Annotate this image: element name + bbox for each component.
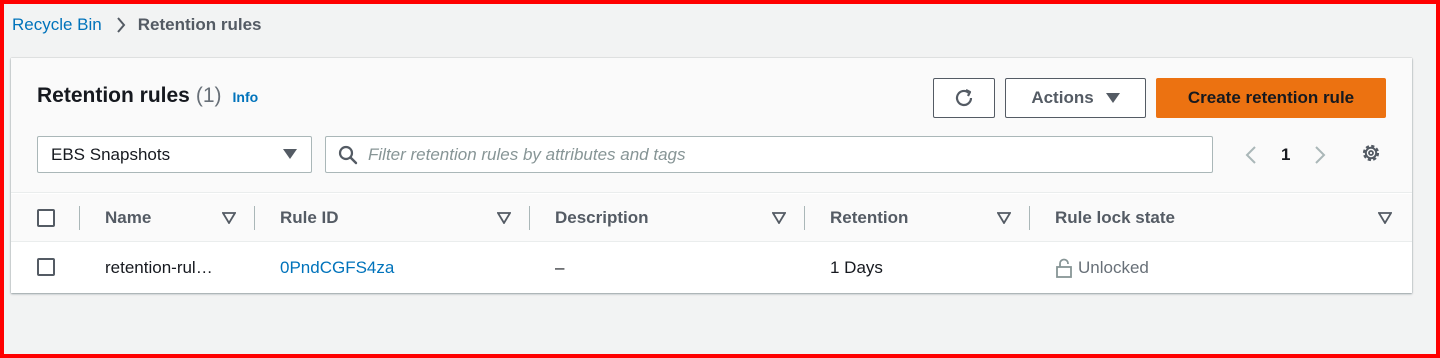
- caret-down-icon: [1105, 93, 1120, 103]
- sort-icon[interactable]: [772, 212, 786, 224]
- page-number[interactable]: 1: [1281, 145, 1290, 165]
- refresh-icon: [953, 87, 975, 109]
- search-icon: [338, 145, 358, 165]
- column-header-rule-lock-state[interactable]: Rule lock state: [1055, 194, 1175, 242]
- sort-icon[interactable]: [497, 212, 511, 224]
- column-divider: [804, 206, 805, 230]
- create-retention-rule-button[interactable]: Create retention rule: [1156, 78, 1386, 118]
- column-header-description[interactable]: Description: [555, 194, 649, 242]
- column-divider: [529, 206, 530, 230]
- lock-state-label: Unlocked: [1078, 258, 1149, 277]
- resource-type-value: EBS Snapshots: [51, 144, 171, 164]
- rule-count: (1): [195, 84, 222, 107]
- retention-rules-panel: Retention rules (1) Info Actions Create …: [11, 58, 1412, 293]
- rule-description: –: [555, 258, 565, 277]
- actions-dropdown-button[interactable]: Actions: [1005, 78, 1146, 118]
- refresh-button[interactable]: [933, 78, 995, 118]
- rule-retention: 1 Days: [830, 258, 883, 277]
- table-header: Name Rule ID Description Retention Rule …: [11, 194, 1412, 242]
- sort-icon[interactable]: [222, 212, 236, 224]
- rule-lock-state: Unlocked: [1055, 243, 1149, 293]
- breadcrumb-recycle-bin-link[interactable]: Recycle Bin: [12, 15, 102, 35]
- breadcrumb-current: Retention rules: [137, 15, 262, 34]
- column-divider: [79, 206, 80, 230]
- rule-name: retention-rul…: [105, 258, 213, 277]
- page-title: Retention rules: [37, 84, 190, 107]
- resource-type-select[interactable]: EBS Snapshots: [37, 136, 312, 173]
- panel-header: Retention rules (1) Info Actions Create …: [11, 58, 1412, 193]
- chevron-right-icon: [116, 17, 126, 33]
- column-header-rule-id[interactable]: Rule ID: [280, 194, 339, 242]
- title-row: Retention rules (1) Info: [37, 84, 258, 108]
- actions-label: Actions: [1031, 88, 1094, 107]
- sort-icon[interactable]: [1378, 212, 1392, 224]
- rule-id-link[interactable]: 0PndCGFS4za: [280, 243, 394, 293]
- filter-search: [325, 136, 1213, 173]
- column-header-retention[interactable]: Retention: [830, 194, 908, 242]
- info-link[interactable]: Info: [233, 89, 259, 105]
- table-row[interactable]: retention-rul… 0PndCGFS4za – 1 Days Unlo…: [11, 243, 1412, 293]
- column-header-name[interactable]: Name: [105, 194, 151, 242]
- sort-icon[interactable]: [997, 212, 1011, 224]
- select-all-checkbox[interactable]: [37, 209, 55, 227]
- caret-down-icon: [283, 149, 297, 159]
- search-input[interactable]: [368, 144, 1188, 165]
- unlock-icon: [1055, 258, 1073, 278]
- next-page-button[interactable]: [1310, 141, 1330, 169]
- previous-page-button[interactable]: [1241, 141, 1261, 169]
- settings-gear-icon[interactable]: [1358, 140, 1384, 166]
- column-divider: [1029, 206, 1030, 230]
- breadcrumb: Recycle Bin Retention rules: [12, 14, 262, 36]
- column-divider: [254, 206, 255, 230]
- row-select-checkbox[interactable]: [37, 258, 55, 276]
- pagination: 1: [1241, 140, 1330, 170]
